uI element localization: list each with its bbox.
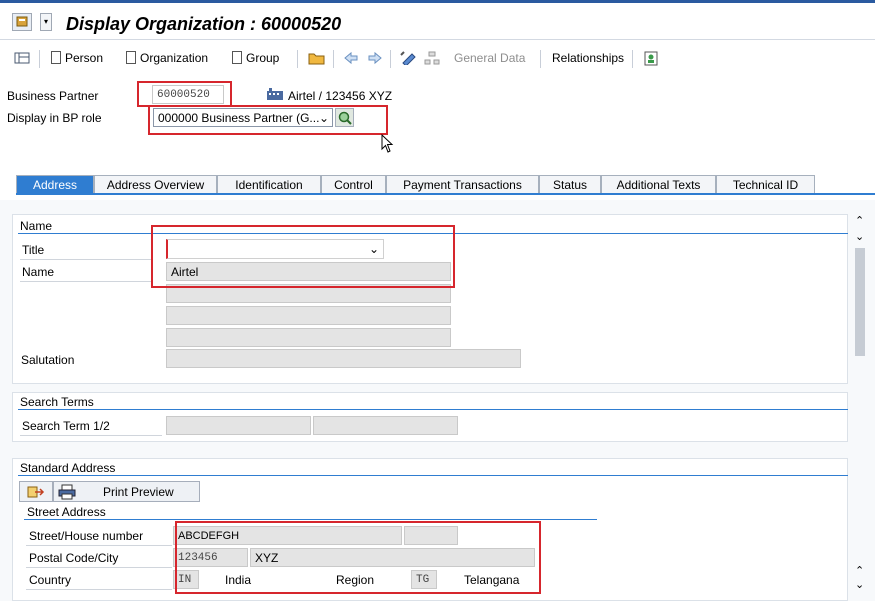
print-preview-label: Print Preview <box>103 485 174 499</box>
chevron-up-icon[interactable]: ⌃ <box>855 214 864 227</box>
search-term-1-field[interactable] <box>166 416 311 435</box>
tab-technical-id[interactable]: Technical ID <box>716 175 815 194</box>
list-view-icon[interactable] <box>14 51 30 68</box>
application-toolbar: Person Organization Group General Data R… <box>0 46 875 72</box>
arrow-left-icon[interactable] <box>343 51 359 68</box>
arrow-right-icon[interactable] <box>367 51 383 68</box>
toolbar-divider <box>39 50 40 68</box>
business-partner-label: Business Partner <box>7 89 99 103</box>
chevron-down-icon[interactable]: ⌄ <box>855 578 864 591</box>
transfer-button[interactable] <box>19 481 53 502</box>
address-group-title: Standard Address <box>20 461 116 475</box>
salutation-field[interactable] <box>166 349 521 368</box>
edit-pencil-icon[interactable] <box>400 51 418 68</box>
document-icon <box>126 51 136 64</box>
tab-underline <box>16 193 875 195</box>
name-field-3[interactable] <box>166 306 451 325</box>
toolbar-divider <box>333 50 334 68</box>
name-field-4[interactable] <box>166 328 451 347</box>
title-label: Title <box>22 243 45 257</box>
chevron-down-icon[interactable]: ⌄ <box>855 230 864 243</box>
hierarchy-icon[interactable] <box>424 51 440 68</box>
postal-code-label: Postal Code/City <box>29 551 119 565</box>
chevron-down-icon[interactable]: ▾ <box>40 13 52 31</box>
group-divider <box>18 475 848 476</box>
general-data-button[interactable]: General Data <box>454 51 525 65</box>
group-button[interactable]: Group <box>232 51 279 65</box>
document-icon <box>232 51 242 64</box>
bp-role-label: Display in BP role <box>7 111 102 125</box>
name-label: Name <box>22 265 55 279</box>
printer-icon <box>58 484 76 500</box>
group-divider <box>24 519 597 520</box>
row-divider <box>26 545 172 546</box>
mouse-cursor-icon <box>381 133 395 157</box>
highlight-box <box>175 521 541 594</box>
print-preview-button[interactable]: Print Preview <box>53 481 200 502</box>
row-divider <box>20 435 162 436</box>
row-divider <box>20 281 152 282</box>
tab-address-overview[interactable]: Address Overview <box>94 175 217 194</box>
highlight-box <box>148 105 388 135</box>
street-address-title: Street Address <box>27 505 106 519</box>
toolbar-divider <box>390 50 391 68</box>
search-term-label: Search Term 1/2 <box>22 419 110 433</box>
business-partner-description: Airtel / 123456 XYZ <box>288 89 393 103</box>
tab-address[interactable]: Address <box>16 175 94 194</box>
tab-identification[interactable]: Identification <box>217 175 321 194</box>
person-button[interactable]: Person <box>51 51 103 65</box>
toolbar-divider <box>297 50 298 68</box>
salutation-label: Salutation <box>21 353 75 367</box>
row-divider <box>20 259 152 260</box>
name-group-title: Name <box>20 219 53 233</box>
organization-icon <box>266 87 284 104</box>
group-divider <box>18 409 848 410</box>
open-folder-icon[interactable] <box>308 51 326 68</box>
row-divider <box>26 589 172 590</box>
tab-status[interactable]: Status <box>539 175 601 194</box>
country-label: Country <box>29 573 72 587</box>
group-label: Group <box>246 51 280 65</box>
street-label: Street/House number <box>29 529 144 543</box>
toolbar-divider <box>540 50 541 68</box>
search-group-title: Search Terms <box>20 395 94 409</box>
chevron-up-icon[interactable]: ⌃ <box>855 564 864 577</box>
scrollbar-thumb[interactable] <box>855 248 865 356</box>
org-chart-icon[interactable] <box>643 51 659 69</box>
tab-additional-texts[interactable]: Additional Texts <box>601 175 716 194</box>
organization-label: Organization <box>140 51 209 65</box>
organization-button[interactable]: Organization <box>126 51 208 65</box>
document-icon <box>51 51 61 64</box>
system-menu-icon[interactable] <box>12 13 32 31</box>
page-title: Display Organization : 60000520 <box>66 14 342 34</box>
tab-control[interactable]: Control <box>321 175 386 194</box>
search-term-2-field[interactable] <box>313 416 458 435</box>
highlight-box <box>151 225 455 288</box>
toolbar-divider <box>632 50 633 68</box>
relationships-button[interactable]: Relationships <box>552 51 624 65</box>
highlight-box <box>137 81 232 107</box>
row-divider <box>26 567 172 568</box>
tab-payment-transactions[interactable]: Payment Transactions <box>386 175 539 194</box>
transfer-icon <box>27 486 45 498</box>
vertical-scrollbar[interactable]: ⌃ ⌄ ⌃ ⌄ <box>852 212 868 592</box>
person-label: Person <box>65 51 104 65</box>
